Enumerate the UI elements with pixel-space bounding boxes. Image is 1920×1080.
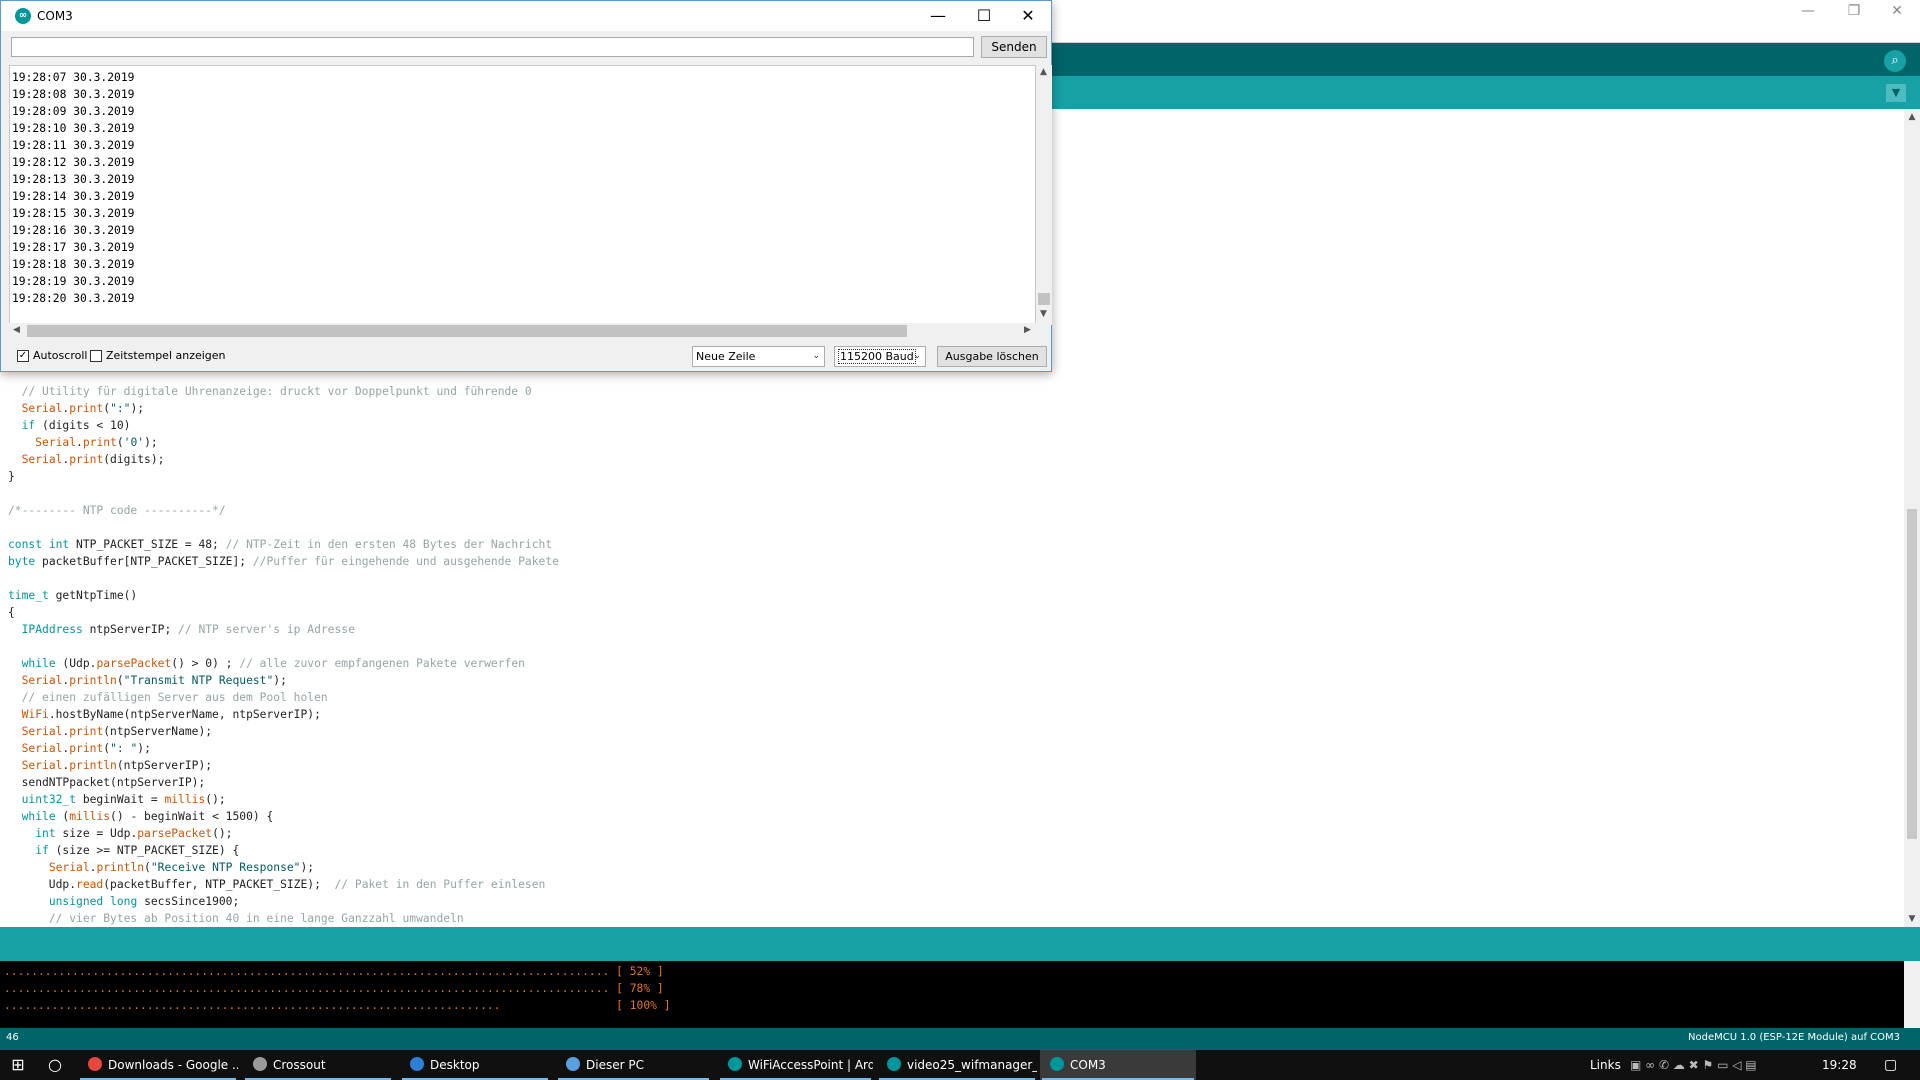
send-input[interactable] [11, 37, 974, 57]
serial-bottom-bar: ✓ Autoscroll Zeitstempel anzeigen Neue Z… [1, 341, 1051, 371]
serial-output[interactable]: 19:28:07 30.3.2019 19:28:08 30.3.2019 19… [9, 65, 1036, 325]
taskbar: ⊞ ○ Downloads - Google ... Crossout Deskto… [0, 1050, 1920, 1080]
serial-monitor-button[interactable]: ⌕ [1884, 50, 1906, 72]
taskbar-item-label: COM3 [1070, 1058, 1106, 1072]
gear-icon [253, 1057, 267, 1071]
scroll-down-icon[interactable]: ▼ [1904, 911, 1920, 927]
ide-close-button[interactable]: ✕ [1874, 0, 1920, 26]
tray-links-label[interactable]: Links [1590, 1050, 1621, 1080]
taskbar-item-label: Crossout [273, 1058, 326, 1072]
baud-rate-value: 115200 Baud [838, 349, 916, 364]
ide-statusbar: 46 NodeMCU 1.0 (ESP-12E Module) auf COM3 [0, 1028, 1920, 1050]
close-icon: ✕ [1021, 6, 1035, 25]
windows-icon: ⊞ [11, 1055, 25, 1074]
serial-output-text: 19:28:07 30.3.2019 19:28:08 30.3.2019 19… [12, 71, 135, 305]
clear-output-button[interactable]: Ausgabe löschen [937, 346, 1047, 367]
start-button[interactable]: ⊞ [0, 1050, 36, 1080]
serial-vertical-scrollbar[interactable]: ▲ ▼ [1036, 65, 1052, 325]
scroll-up-icon[interactable]: ▲ [1904, 109, 1920, 125]
clock[interactable]: 19:28 [1822, 1050, 1857, 1080]
taskbar-item-label: Downloads - Google ... [108, 1058, 238, 1072]
ide-minimize-button[interactable]: — [1785, 0, 1831, 26]
line-ending-value: Neue Zeile [696, 350, 756, 363]
taskbar-item[interactable]: Desktop [400, 1050, 550, 1080]
taskbar-item[interactable]: COM3 [1040, 1050, 1196, 1080]
minimize-icon: — [930, 6, 946, 25]
taskbar-item-label: WiFiAccessPoint | Ard... [748, 1058, 873, 1072]
timestamp-label: Zeitstempel anzeigen [106, 349, 226, 362]
magnifier-icon: ⌕ [1891, 53, 1899, 68]
ide-maximize-button[interactable]: ❐ [1831, 0, 1877, 26]
taskbar-item[interactable]: video25_wifmanager_... [877, 1050, 1037, 1080]
taskbar-item[interactable]: Crossout [243, 1050, 393, 1080]
scroll-thumb[interactable] [27, 325, 907, 337]
chrome-icon [88, 1057, 102, 1071]
scroll-right-icon[interactable]: ▶ [1024, 325, 1031, 335]
maximize-button[interactable]: ☐ [961, 1, 1007, 31]
tab-menu-button[interactable]: ▼ [1886, 84, 1906, 102]
triangle-down-icon: ▼ [1891, 86, 1901, 99]
taskbar-item[interactable]: WiFiAccessPoint | Ard... [718, 1050, 873, 1080]
chevron-down-icon: ⌄ [812, 351, 820, 361]
arduino-icon: ∞ [15, 8, 31, 24]
timestamp-checkbox[interactable] [90, 350, 102, 362]
folder-desktop-icon [410, 1057, 424, 1071]
maximize-icon: ☐ [976, 6, 992, 25]
editor-console-divider[interactable] [0, 927, 1920, 961]
notification-icon[interactable]: ▢ [1884, 1050, 1897, 1080]
console-scrollbar[interactable] [1904, 961, 1920, 1028]
ide-titlebar: — ❐ ✕ [1052, 0, 1920, 43]
chevron-down-icon: ⌄ [913, 351, 921, 361]
taskbar-item[interactable]: Downloads - Google ... [78, 1050, 238, 1080]
arduino-icon [1050, 1057, 1064, 1071]
autoscroll-label: Autoscroll [33, 349, 88, 362]
console-text: ........................................… [4, 965, 671, 1012]
serial-monitor-titlebar[interactable]: ∞ COM3 — ☐ ✕ [1, 1, 1051, 31]
autoscroll-checkbox[interactable]: ✓ [17, 350, 29, 362]
scroll-left-icon[interactable]: ◀ [13, 325, 20, 335]
system-tray: Links ▣ ∞ ✆ ☁ ✖ ⚑ ▭ ◁ ▤ 19:28 ▢ [1590, 1050, 1920, 1080]
taskbar-item-label: video25_wifmanager_... [907, 1058, 1037, 1072]
window-title: COM3 [37, 9, 73, 23]
scroll-up-icon[interactable]: ▲ [1040, 67, 1047, 77]
board-info: NodeMCU 1.0 (ESP-12E Module) auf COM3 [1688, 1032, 1900, 1043]
scroll-thumb[interactable] [1038, 293, 1050, 305]
circle-icon: ○ [48, 1055, 62, 1074]
code-text[interactable]: // Utility für digitale Uhrenanzeige: dr… [8, 383, 559, 927]
close-button[interactable]: ✕ [1005, 1, 1051, 31]
output-console: ........................................… [0, 961, 1920, 1028]
taskbar-item[interactable]: Dieser PC [556, 1050, 711, 1080]
taskbar-item-label: Desktop [430, 1058, 480, 1072]
cortana-button[interactable]: ○ [40, 1050, 70, 1080]
line-number: 46 [6, 1032, 19, 1043]
serial-horizontal-scrollbar[interactable]: ◀ ▶ [9, 323, 1036, 339]
arduino-icon [728, 1057, 742, 1071]
scroll-thumb[interactable] [1907, 509, 1917, 839]
tray-icons[interactable]: ▣ ∞ ✆ ☁ ✖ ⚑ ▭ ◁ ▤ [1630, 1050, 1757, 1080]
line-ending-select[interactable]: Neue Zeile ⌄ [692, 346, 825, 367]
editor-vertical-scrollbar[interactable]: ▲ ▼ [1904, 109, 1920, 927]
arduino-icon [887, 1057, 901, 1071]
taskbar-item-label: Dieser PC [586, 1058, 644, 1072]
computer-icon [566, 1057, 580, 1071]
serial-monitor-window: ∞ COM3 — ☐ ✕ Senden 19:28:07 30.3.2019 1… [0, 0, 1052, 372]
minimize-button[interactable]: — [915, 1, 961, 31]
send-button[interactable]: Senden [981, 36, 1047, 58]
scroll-down-icon[interactable]: ▼ [1040, 309, 1047, 319]
baud-rate-select[interactable]: 115200 Baud ⌄ [834, 346, 926, 367]
